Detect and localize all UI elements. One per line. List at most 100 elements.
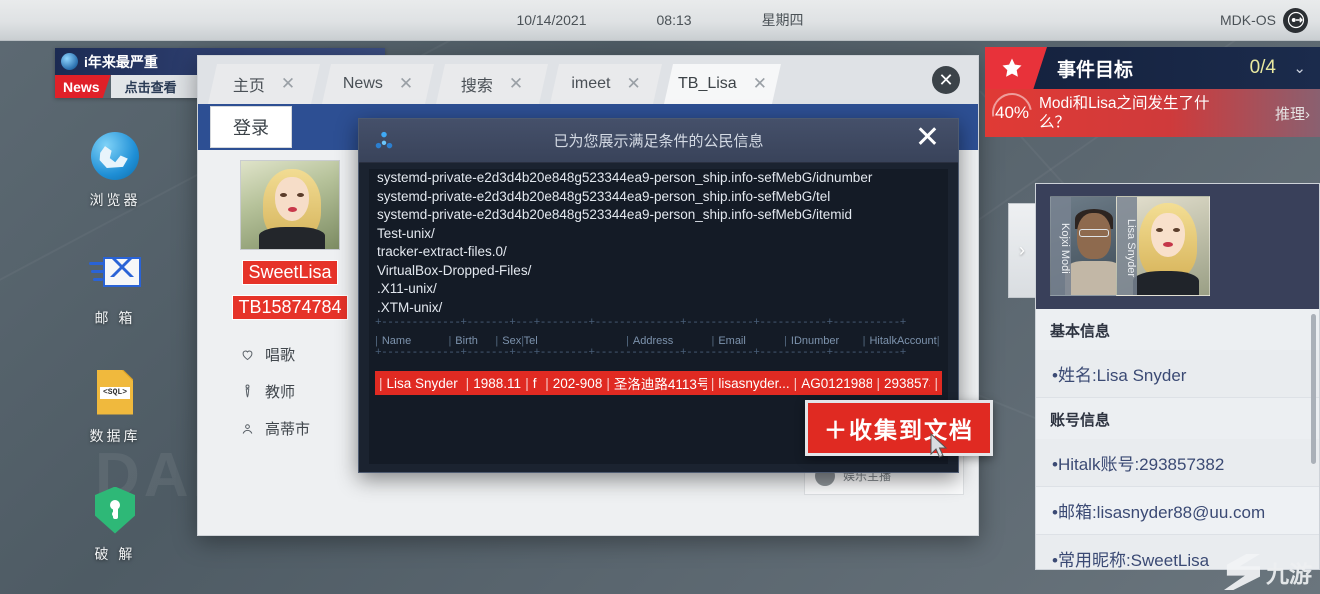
terminal-line: systemd-private-e2d3d4b20e848g523344ea9-… [377, 207, 853, 222]
close-icon[interactable]: ✕ [281, 74, 295, 94]
news-headline: i年来最严重 [84, 53, 158, 70]
star-icon [985, 47, 1047, 89]
table-header-email: Email [718, 335, 746, 347]
cell-idnumber: AG012198811 [801, 375, 873, 391]
table-header-birth: Birth [455, 335, 478, 347]
browser-tab-news-label: News [342, 75, 383, 92]
dialog-title: 已为您展示满足条件的公民信息 [553, 133, 764, 150]
browser-tab-search-label: 搜索 [460, 78, 493, 95]
event-task-action[interactable]: 推理› [1275, 103, 1310, 124]
terminal-line: tracker-extract-files.0/ [377, 244, 507, 259]
portrait-lisa-name: Lisa Snyder [1117, 197, 1137, 295]
close-icon[interactable]: ✕ [626, 74, 640, 94]
news-badge: News [55, 75, 111, 98]
event-task-row[interactable]: 40% Modi和Lisa之间发生了什么？ 推理› [985, 89, 1320, 137]
terminal-line: Test-unix/ [377, 225, 435, 241]
site-watermark-text: 九游 [1266, 561, 1312, 587]
event-objective-panel: 事件目标 0/4 ⌄ 40% Modi和Lisa之间发生了什么？ 推理› [985, 47, 1320, 137]
browser-tab-tb-lisa[interactable]: TB_Lisa ✕ [664, 64, 781, 104]
section-title-account-info: 账号信息 [1036, 398, 1319, 439]
terminal-line: systemd-private-e2d3d4b20e848g523344ea9-… [377, 170, 873, 185]
mdk-os-logo-icon[interactable] [1283, 7, 1308, 33]
table-header-sex: Sex [502, 335, 522, 347]
cell-email: lisasnyder... [718, 375, 790, 391]
screen-root: DANGER OUT DANGER OUT 10/14/2021 08:13 星… [0, 0, 1320, 594]
cell-birth: 1988.11. [473, 375, 522, 391]
close-icon[interactable]: ✕ [509, 74, 523, 94]
mail-icon [89, 248, 141, 300]
browser-tab-imeet-label: imeet [571, 75, 611, 92]
desktop-icon-browser[interactable]: 浏览器 [60, 130, 170, 210]
browser-tab-bar: 主页 ✕ News ✕ 搜索 ✕ imeet ✕ TB_Lisa ✕ ✕ [198, 56, 978, 104]
login-button[interactable]: 登录 [210, 106, 292, 148]
browser-tab-home-label: 主页 [232, 78, 265, 95]
profile-tag-list: 唱歌 教师 高蒂市 [210, 344, 370, 439]
system-time: 08:13 [656, 12, 692, 28]
desktop-icon-list: 浏览器 邮 箱 <SQL> 数据库 破 解 [60, 130, 170, 594]
chevron-right-icon[interactable]: › [1008, 203, 1036, 298]
cell-hitalk: 2938573 [883, 375, 930, 391]
portrait-lisa[interactable]: Lisa Snyder [1116, 196, 1210, 296]
cell-sex: f [532, 375, 537, 391]
desktop-icon-crack[interactable]: 破 解 [60, 484, 170, 564]
location-pin-icon [242, 424, 253, 434]
desktop-icon-database[interactable]: <SQL> 数据库 [60, 366, 170, 446]
browser-tab-search[interactable]: 搜索 ✕ [436, 64, 548, 104]
character-portrait-strip: Kojxi Modi Lisa Snyder [1036, 184, 1319, 309]
profile-nickname: SweetLisa [242, 260, 338, 285]
table-header-hitalk: HitalkAccount [869, 335, 937, 347]
dialog-title-bar: 已为您展示满足条件的公民信息 ✕ [359, 119, 958, 163]
terminal-line: .X11-unix/ [377, 281, 437, 296]
event-progress-count: 0/4 [1249, 57, 1276, 78]
portrait-modi[interactable]: Kojxi Modi [1050, 196, 1122, 296]
profile-account-id: TB15874784 [232, 295, 348, 320]
system-bar: 10/14/2021 08:13 星期四 MDK-OS [0, 0, 1320, 41]
cell-address: 圣洛迪路4113号 [613, 377, 707, 392]
os-name-label: MDK-OS [1220, 12, 1276, 28]
desktop-icon-mail-label: 邮 箱 [94, 310, 136, 326]
collect-to-document-button[interactable]: ＋收集到文档 [805, 400, 993, 456]
sql-file-icon: <SQL> [89, 366, 141, 418]
jiuyou-logo-icon [1224, 554, 1260, 590]
desktop-icon-browser-label: 浏览器 [89, 192, 141, 208]
desktop-icon-crack-label: 破 解 [94, 546, 136, 562]
close-icon[interactable]: ✕ [753, 74, 767, 94]
info-row-hitalk: •Hitalk账号:293857382 [1036, 439, 1319, 487]
system-date: 10/14/2021 [516, 12, 587, 28]
cell-tel: 202-908-8 [552, 375, 603, 391]
shield-lock-icon [89, 484, 141, 536]
table-header-idnumber: IDnumber [790, 335, 840, 347]
browser-tab-home[interactable]: 主页 ✕ [208, 64, 320, 104]
close-icon[interactable]: ✕ [399, 74, 413, 94]
terminal-line: VirtualBox-Dropped-Files/ [377, 262, 532, 278]
profile-tag-hobby-label: 唱歌 [265, 347, 296, 364]
profile-tag-city-label: 高蒂市 [265, 421, 311, 438]
table-header-tel: Tel [523, 335, 538, 347]
chevron-down-icon[interactable]: ⌄ [1293, 59, 1306, 77]
table-header-name: Name [381, 335, 412, 347]
event-task-progress: 40% [985, 89, 1040, 137]
window-close-button[interactable]: ✕ [932, 66, 960, 94]
profile-tag-occupation-label: 教师 [265, 384, 296, 401]
table-separator-bottom: +-------------+-------+---+--------+----… [375, 347, 906, 359]
info-row-email: •邮箱:lisasnyder88@uu.com [1036, 487, 1319, 535]
site-watermark: 九游 [1224, 554, 1312, 590]
dialog-close-button[interactable]: ✕ [907, 121, 948, 155]
table-row[interactable]: |Lisa Snyder |1988.11. |f |202-908-8 |圣洛… [375, 371, 942, 395]
globe-icon [89, 130, 141, 182]
panel-scrollbar[interactable] [1311, 314, 1316, 464]
event-task-text: Modi和Lisa之间发生了什么？ [1039, 95, 1210, 131]
profile-tag-city: 高蒂市 [240, 418, 370, 439]
cell-name: Lisa Snyder [386, 375, 458, 391]
desktop-icon-database-label: 数据库 [89, 428, 141, 444]
table-separator-top: +-------------+-------+---+--------+----… [375, 317, 906, 329]
desktop-icon-mail[interactable]: 邮 箱 [60, 248, 170, 328]
table-header-row: | Name | Birth | Sex| Tel | Address | Email |… [375, 335, 940, 347]
profile-tag-hobby: 唱歌 [240, 344, 370, 365]
browser-tab-tb-lisa-label: TB_Lisa [678, 75, 737, 92]
browser-tab-imeet[interactable]: imeet ✕ [550, 64, 662, 104]
event-panel-header: 事件目标 0/4 ⌄ [985, 47, 1320, 89]
browser-tab-news[interactable]: News ✕ [322, 64, 434, 104]
profile-card: SweetLisa TB15874784 唱歌 教师 高蒂市 [210, 160, 370, 455]
event-panel-title: 事件目标 [1057, 59, 1134, 81]
